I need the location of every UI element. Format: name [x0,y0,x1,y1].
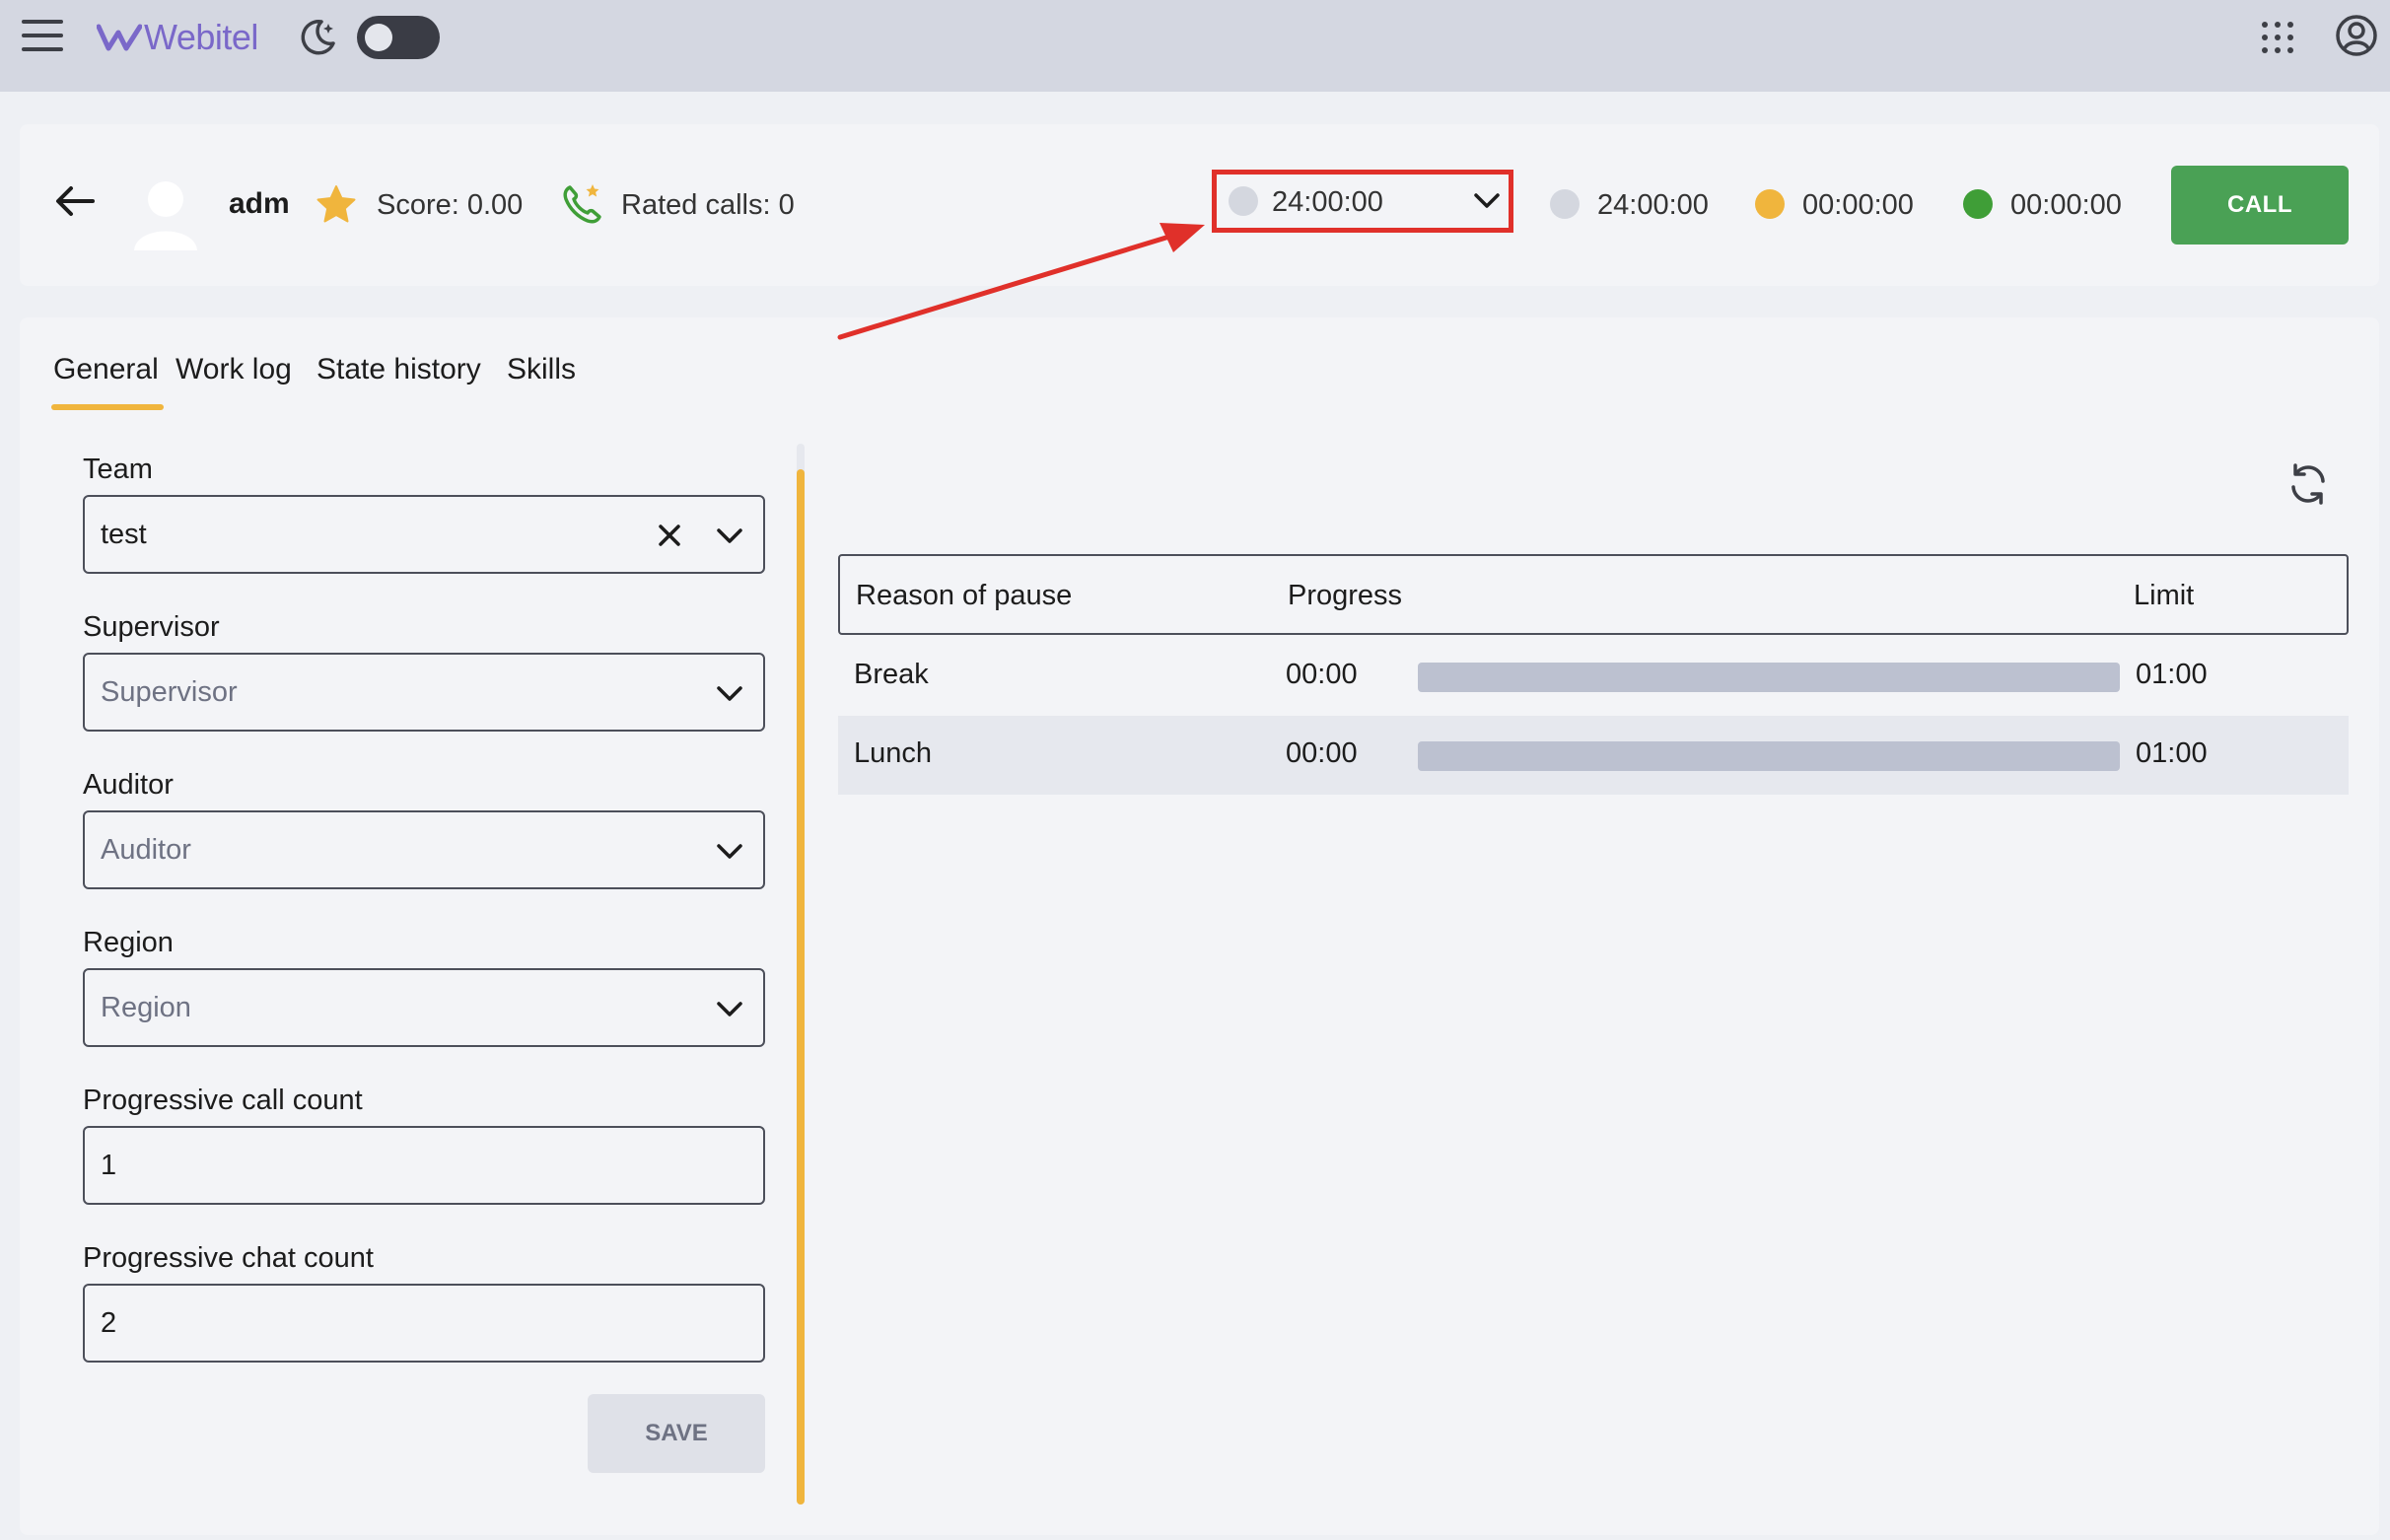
offline-time: 24:00:00 [1597,189,1709,221]
supervisor-select[interactable]: Supervisor [83,653,765,732]
region-label: Region [83,927,174,958]
online-time: 00:00:00 [2010,189,2122,221]
pause-time: 00:00:00 [1802,189,1914,221]
call-button[interactable]: CALL [2171,166,2349,245]
team-select[interactable]: test [83,495,765,574]
status-dot [1229,186,1258,216]
scrollbar-thumb[interactable] [797,469,805,1505]
active-tab-indicator [51,404,164,410]
header-reason: Reason of pause [856,580,1073,611]
account-icon[interactable] [2335,14,2378,57]
progress-bar [1418,741,2120,771]
supervisor-label: Supervisor [83,611,220,643]
progress-bar [1418,663,2120,692]
chevron-down-icon [717,528,742,543]
back-arrow-icon[interactable] [55,183,95,219]
toggle-knob [365,24,392,51]
team-label: Team [83,454,153,485]
app-logo[interactable]: Webitel [97,16,258,59]
limit-cell: 01:00 [2136,737,2208,769]
refresh-icon[interactable] [2284,459,2333,509]
region-select[interactable]: Region [83,968,765,1047]
top-bar: Webitel [0,0,2390,92]
moon-icon [301,20,335,55]
limit-cell: 01:00 [2136,659,2208,690]
progress-cell: 00:00 [1286,659,1358,690]
progress-cell: 00:00 [1286,737,1358,769]
progressive-chat-count-input[interactable]: 2 [83,1284,765,1363]
pause-table-header: Reason of pause Progress Limit [838,554,2349,635]
supervisor-placeholder: Supervisor [101,676,238,708]
chevron-down-icon [1474,193,1500,208]
table-row: Break 00:00 01:00 [838,637,2349,716]
avatar [134,181,197,250]
pause-dot [1755,189,1785,219]
status-select[interactable]: 24:00:00 [1212,170,1513,233]
chevron-down-icon [717,1002,742,1016]
progressive-chat-count-value: 2 [101,1307,117,1339]
score-label: Score: 0.00 [377,189,524,221]
progressive-call-count-input[interactable]: 1 [83,1126,765,1205]
progressive-chat-count-label: Progressive chat count [83,1242,374,1274]
reason-cell: Break [854,659,929,690]
table-row: Lunch 00:00 01:00 [838,716,2349,795]
save-button[interactable]: SAVE [588,1394,765,1473]
brand-name: Webitel [144,17,258,57]
region-placeholder: Region [101,992,191,1023]
tab-state-history[interactable]: State history [316,353,481,386]
apps-grid-icon[interactable] [2262,22,2295,55]
header-limit: Limit [2134,580,2195,611]
menu-icon[interactable] [22,18,63,53]
tab-skills[interactable]: Skills [507,353,576,386]
progressive-call-count-value: 1 [101,1150,117,1181]
chevron-down-icon [717,844,742,859]
agent-name: adm [229,187,290,220]
rated-calls-label: Rated calls: 0 [621,189,795,221]
header-progress: Progress [1288,580,1403,611]
reason-cell: Lunch [854,737,933,769]
auditor-label: Auditor [83,769,174,801]
tab-general[interactable]: General [53,353,159,386]
progressive-call-count-label: Progressive call count [83,1085,363,1116]
offline-dot [1550,189,1580,219]
star-icon [316,185,356,223]
team-value: test [101,519,147,550]
auditor-placeholder: Auditor [101,834,191,866]
tab-work-log[interactable]: Work log [176,353,292,386]
rated-call-icon [563,184,601,224]
dark-mode-toggle[interactable] [357,16,440,59]
auditor-select[interactable]: Auditor [83,810,765,889]
logo-icon [97,24,142,51]
clear-icon[interactable] [657,523,682,548]
status-select-time: 24:00:00 [1272,186,1383,218]
chevron-down-icon [717,686,742,701]
online-dot [1963,189,1993,219]
